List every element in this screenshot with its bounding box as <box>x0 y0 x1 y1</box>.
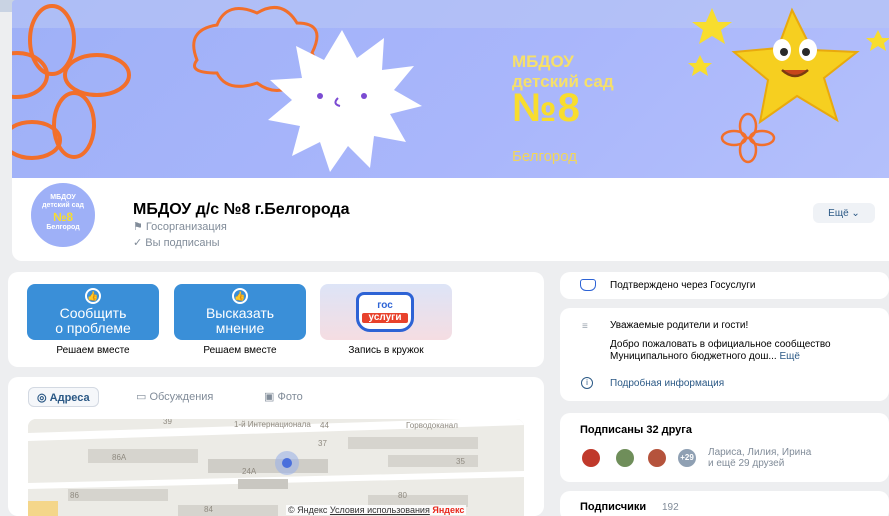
addresses-card: ◎ Адреса ▭ Обсуждения ▣ Фото 39 44 1-й И… <box>8 377 544 516</box>
tile-caption: Запись в кружок <box>348 345 424 356</box>
checkmark-icon: ✓ <box>133 237 146 249</box>
cover-illustration <box>12 0 889 172</box>
tile-label-line2: мнение <box>215 320 265 336</box>
sun-decoration <box>268 30 422 172</box>
page-title: МБДОУ д/с №8 г.Белгорода <box>133 201 350 218</box>
tab-discussions[interactable]: ▭ Обсуждения <box>128 387 221 407</box>
give-opinion-button[interactable]: 👍 Высказать мнение <box>174 284 306 340</box>
map-label: 1-й Интернационала <box>234 420 311 429</box>
cover-image: МБДОУ детский сад №8 Белгород <box>12 0 889 190</box>
map-label: 44 <box>320 421 329 430</box>
yandex-logo: Яндекс <box>432 505 465 515</box>
report-problem-button[interactable]: 👍 Сообщить о проблеме <box>27 284 159 340</box>
friends-card: Подписаны 32 друга Лариса, Лилия, Ирина … <box>560 413 889 482</box>
avatar-line2: детский сад <box>42 202 84 209</box>
thumbs-up-icon: 👍 <box>232 288 248 304</box>
map-label: 37 <box>318 439 327 448</box>
welcome-more-link[interactable]: Ещё <box>779 351 799 362</box>
avatar-line1: МБДОУ <box>50 194 76 201</box>
gosuslugi-logo: гос услуги <box>356 292 414 332</box>
map-label: 35 <box>456 457 465 466</box>
club-signup-button[interactable]: гос услуги <box>320 284 452 340</box>
tab-label: Обсуждения <box>149 391 214 403</box>
subscription-status[interactable]: ✓ Вы подписаны <box>133 236 220 249</box>
avatar[interactable] <box>646 447 668 469</box>
tile-label-line2: о проблеме <box>55 320 131 336</box>
thumbs-up-icon: 👍 <box>85 288 101 304</box>
location-icon: ◎ <box>37 392 50 404</box>
map-terms-link[interactable]: Условия использования <box>330 505 430 515</box>
map-widget[interactable]: 39 44 1-й Интернационала Горводоканал 37… <box>28 419 524 516</box>
tile-caption: Решаем вместе <box>203 345 277 356</box>
map-label: 86 <box>70 491 79 500</box>
subscribers-count: 192 <box>662 502 679 513</box>
map-label: 39 <box>163 419 172 426</box>
subscribers-card: Подписчики 192 <box>560 491 889 516</box>
cover-city: Белгород <box>512 148 578 165</box>
welcome-card: ≡ Уважаемые родители и гости! Добро пожа… <box>560 308 889 401</box>
logo-line1: гос <box>377 300 393 311</box>
map-label: 80 <box>398 491 407 500</box>
logo-line2: услуги <box>362 313 408 323</box>
map-copyright: © Яндекс <box>288 505 328 515</box>
subscription-label: Вы подписаны <box>145 237 220 249</box>
org-type-label: Госорганизация <box>145 221 227 233</box>
tab-addresses[interactable]: ◎ Адреса <box>28 387 99 407</box>
org-type: ⚑ Госорганизация <box>133 220 227 233</box>
friends-names-line1: Лариса, Лилия, Ирина <box>708 447 812 458</box>
avatar[interactable] <box>614 447 636 469</box>
tab-photos[interactable]: ▣ Фото <box>256 387 311 407</box>
actions-card: 👍 Сообщить о проблеме Решаем вместе 👍 Вы… <box>8 272 544 367</box>
map-label: 84 <box>204 505 213 514</box>
welcome-title: Уважаемые родители и гости! <box>610 320 749 331</box>
info-icon: i <box>581 377 593 389</box>
tile-label-line1: Высказать <box>205 305 275 321</box>
cover-title-line1: МБДОУ <box>512 52 574 71</box>
avatar-city: Белгород <box>46 224 80 231</box>
gosuslugi-icon <box>580 279 596 291</box>
friends-more-badge[interactable]: +29 <box>676 447 698 469</box>
friends-names-line2: и ещё 29 друзей <box>708 458 785 469</box>
text-lines-icon: ≡ <box>582 321 588 332</box>
avatar[interactable] <box>580 447 602 469</box>
welcome-text: Добро пожаловать в официальное сообществ… <box>610 339 880 363</box>
flag-icon: ⚑ <box>133 221 146 233</box>
friends-title: Подписаны 32 друга <box>580 424 692 436</box>
avatar-number: №8 <box>52 210 74 224</box>
map-label: Горводоканал <box>406 421 458 430</box>
chevron-down-icon: ⌄ <box>851 207 860 219</box>
tile-caption: Решаем вместе <box>56 345 130 356</box>
map-attribution: © Яндекс Условия использования Яндекс <box>286 505 467 515</box>
chat-icon: ▭ <box>136 391 150 403</box>
subscribers-label[interactable]: Подписчики <box>580 501 646 513</box>
map-streets <box>28 419 524 516</box>
more-button-label: Ещё <box>828 207 849 219</box>
map-label: 24А <box>242 467 257 476</box>
cover-number: №8 <box>512 86 581 130</box>
friends-names[interactable]: Лариса, Лилия, Ирина и ещё 29 друзей <box>708 447 811 469</box>
verified-card: Подтверждено через Госуслуги <box>560 272 889 299</box>
photo-icon: ▣ <box>264 391 278 403</box>
flower-decoration <box>12 4 131 160</box>
more-info-link[interactable]: Подробная информация <box>610 378 724 390</box>
tab-label: Фото <box>277 391 303 403</box>
avatar[interactable]: МБДОУ детский сад №8 Белгород <box>28 180 98 250</box>
verified-label: Подтверждено через Госуслуги <box>610 280 756 291</box>
tile-label-line1: Сообщить <box>59 305 127 321</box>
more-button[interactable]: Ещё ⌄ <box>813 203 875 223</box>
tab-label: Адреса <box>49 392 90 404</box>
map-label: 86А <box>112 453 127 462</box>
